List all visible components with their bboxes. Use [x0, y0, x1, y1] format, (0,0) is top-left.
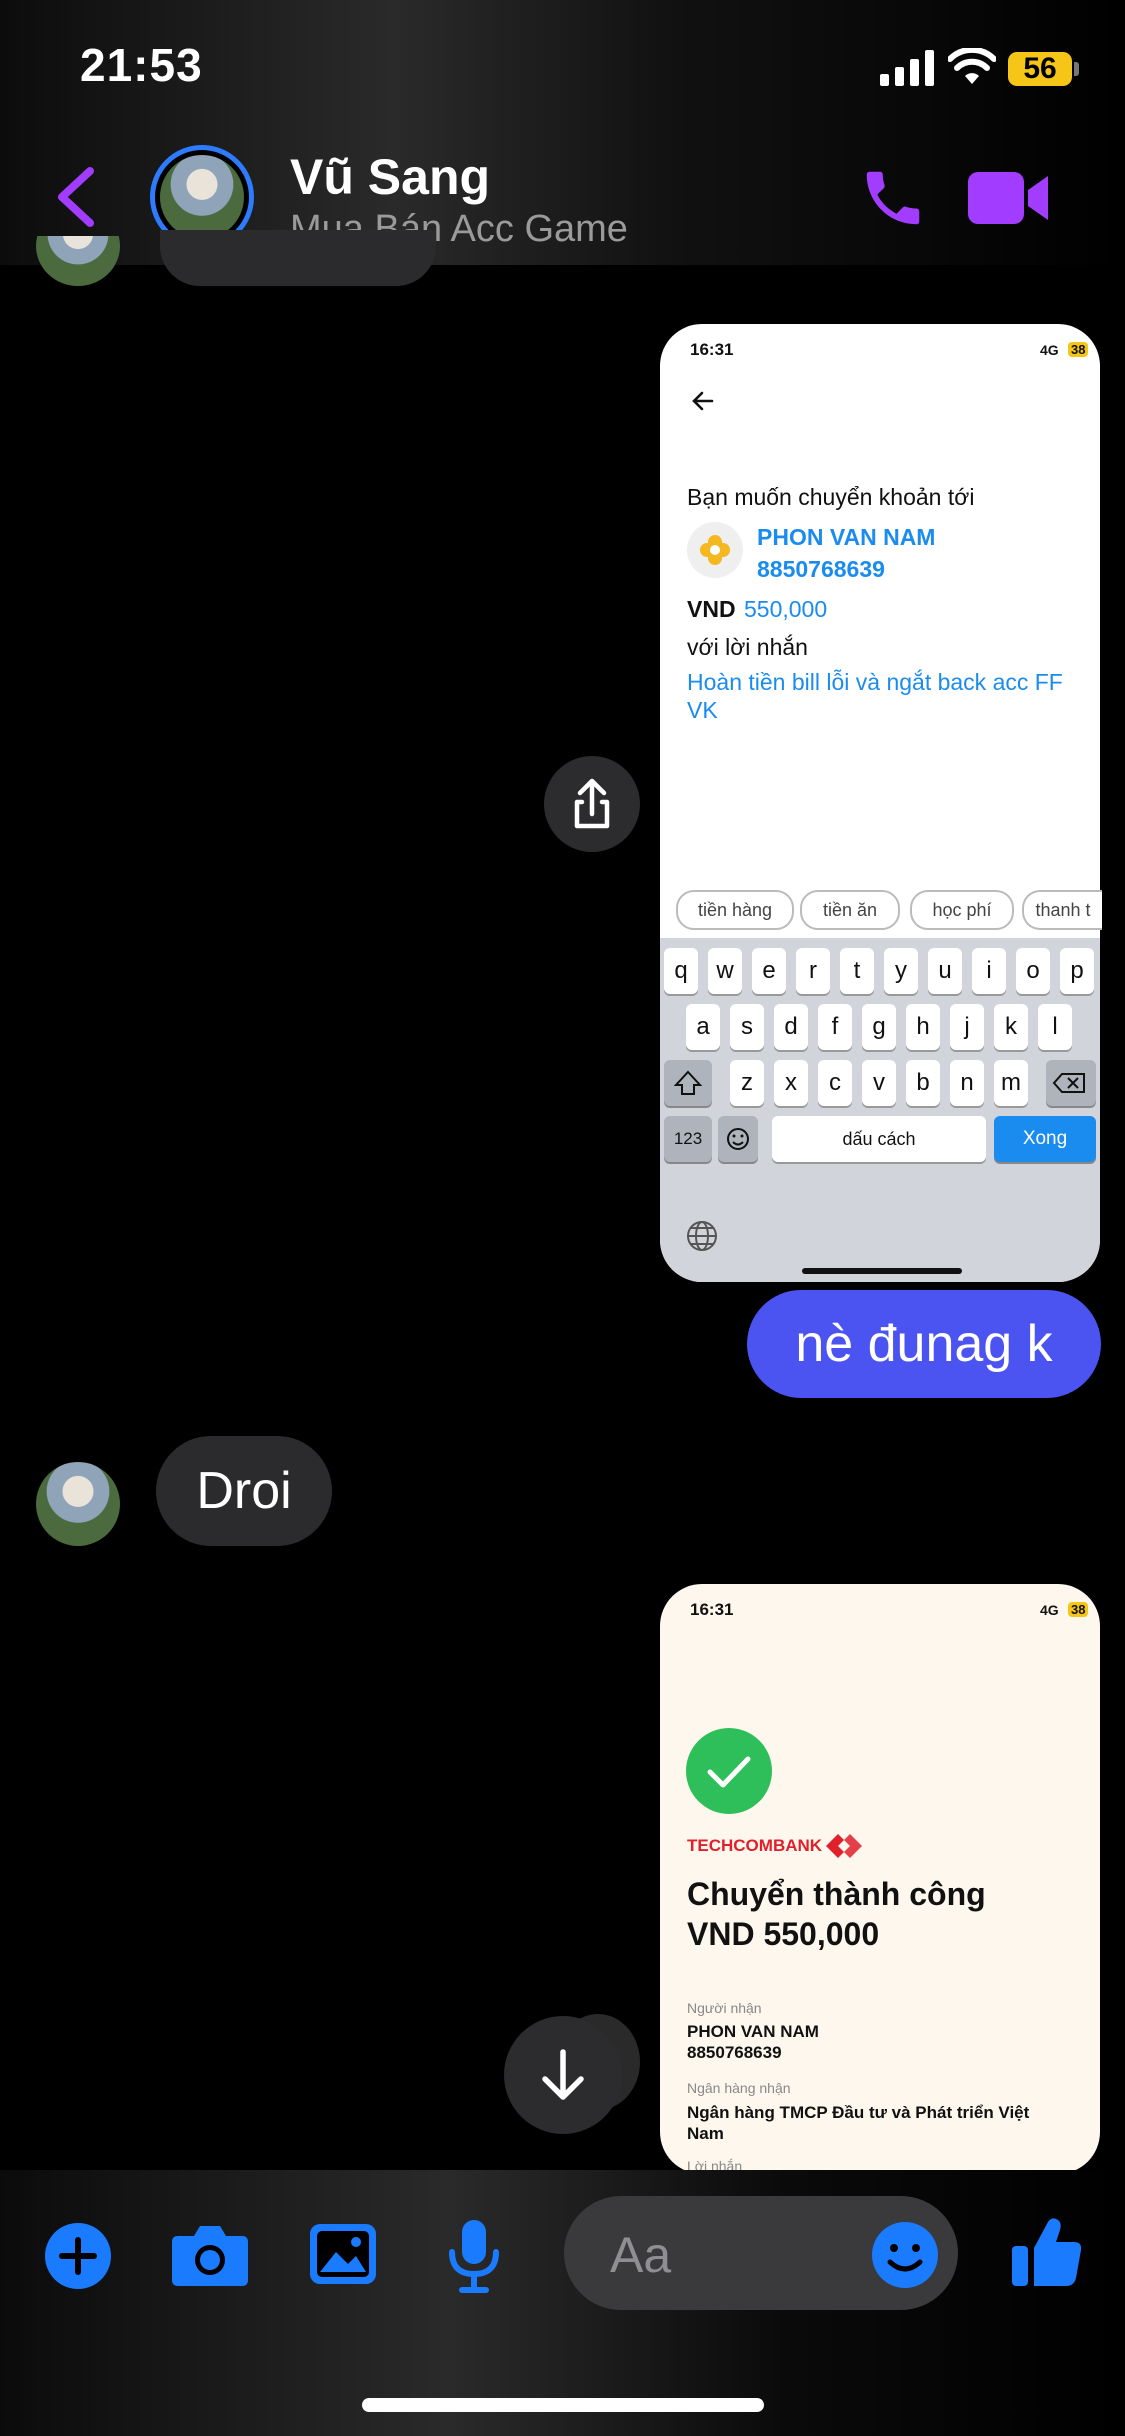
shot2-status-title: Chuyển thành công — [687, 1876, 986, 1912]
shot-key: j — [950, 1004, 984, 1050]
shot2-recipient-label: Người nhận — [687, 2000, 762, 2016]
scroll-to-bottom-button[interactable] — [504, 2016, 622, 2134]
shot-home-indicator — [802, 1268, 962, 1274]
shot-key: w — [708, 948, 742, 994]
shot-key: v — [862, 1060, 896, 1106]
techcombank-logo-icon — [826, 1834, 862, 1858]
shot-chip: thanh t — [1022, 890, 1102, 930]
shot-key: c — [818, 1060, 852, 1106]
shot-chip: tiền ăn — [800, 890, 900, 930]
battery-tip — [1074, 62, 1079, 76]
share-button[interactable] — [544, 756, 640, 852]
shot-recipient-name: PHON VAN NAM — [757, 524, 936, 550]
flower-logo-icon — [700, 535, 730, 565]
arrow-down-icon — [542, 2049, 584, 2100]
shot-bank-logo — [687, 522, 743, 578]
shot-prompt: Bạn muốn chuyển khoản tới — [687, 484, 975, 510]
shot-back-arrow-icon — [692, 391, 714, 411]
shot-message-text: Hoàn tiền bill lỗi và ngắt back acc FF V… — [687, 669, 1063, 723]
plus-icon[interactable] — [44, 2222, 112, 2290]
message-input-placeholder: Aa — [610, 2227, 672, 2283]
shot-key: s — [730, 1004, 764, 1050]
shot-key: e — [752, 948, 786, 994]
shot2-bank-full-name: Ngân hàng TMCP Đầu tư và Phát triển Việt… — [687, 2103, 1030, 2143]
shot-amount: 550,000 — [744, 596, 828, 622]
emoji-icon — [727, 1128, 749, 1150]
shot-key: f — [818, 1004, 852, 1050]
gallery-icon[interactable] — [308, 2222, 378, 2286]
status-time: 21:53 — [80, 39, 203, 91]
shot-message-label: với lời nhắn — [687, 634, 808, 660]
shot2-network: 4G — [1040, 1602, 1059, 1618]
contact-avatar-small — [36, 1462, 120, 1546]
shot-recipient-account: 8850768639 — [757, 556, 885, 582]
shared-screenshot-receipt[interactable]: 16:31 4G 38 TECHCOMBANK Chuyển thành côn… — [660, 1584, 1100, 2174]
shot-chip: học phí — [910, 890, 1014, 930]
shot-key: t — [840, 948, 874, 994]
received-message-bubble[interactable]: Droi — [156, 1436, 332, 1546]
emoji-picker-icon[interactable] — [870, 2220, 940, 2290]
shot-done-key: Xong — [994, 1116, 1096, 1162]
shot-key: k — [994, 1004, 1028, 1050]
shot-battery: 38 — [1068, 342, 1089, 357]
shot2-battery: 38 — [1068, 1602, 1089, 1617]
shot-key: u — [928, 948, 962, 994]
shot-key: r — [796, 948, 830, 994]
video-call-icon[interactable] — [968, 168, 1050, 228]
camera-icon[interactable] — [170, 2222, 250, 2288]
shot-key: y — [884, 948, 918, 994]
back-chevron-icon[interactable] — [52, 165, 96, 229]
thumbs-up-icon[interactable] — [1010, 2214, 1084, 2290]
shot2-recipient-account: 8850768639 — [687, 2043, 782, 2062]
sent-message-bubble[interactable]: nè đunag k — [747, 1290, 1101, 1398]
shot-network: 4G — [1040, 342, 1059, 358]
shot-key: h — [906, 1004, 940, 1050]
shot-space-key: dấu cách — [772, 1116, 986, 1162]
shift-icon — [673, 1070, 703, 1095]
shot-key: d — [774, 1004, 808, 1050]
signal-icon — [880, 50, 934, 86]
shot-key: x — [774, 1060, 808, 1106]
contact-name[interactable]: Vũ Sang — [290, 148, 490, 206]
shot-key: q — [664, 948, 698, 994]
home-indicator — [362, 2398, 764, 2412]
shot-key: b — [906, 1060, 940, 1106]
shot-emoji-key — [718, 1116, 758, 1162]
success-check-icon — [686, 1728, 772, 1814]
composer-bar — [0, 2170, 1125, 2436]
microphone-icon[interactable] — [444, 2218, 504, 2296]
shot-delete-key — [1046, 1060, 1096, 1106]
shot-numbers-key: 123 — [664, 1116, 712, 1162]
share-icon — [574, 778, 610, 829]
shot-status-time: 16:31 — [690, 340, 734, 359]
shot2-status-time: 16:31 — [690, 1600, 734, 1619]
shot2-bank-name: TECHCOMBANK — [687, 1836, 823, 1855]
shot-key: n — [950, 1060, 984, 1106]
wifi-icon — [948, 48, 996, 84]
battery-indicator: 56 — [1008, 52, 1072, 86]
shot2-amount: VND 550,000 — [687, 1916, 880, 1952]
shot-key: m — [994, 1060, 1028, 1106]
globe-icon — [687, 1221, 717, 1251]
shot-key: o — [1016, 948, 1050, 994]
shot-key: g — [862, 1004, 896, 1050]
shot-key: i — [972, 948, 1006, 994]
shot-chip: tiền hàng — [676, 890, 794, 930]
shot-currency: VND — [687, 596, 736, 622]
phone-call-icon[interactable] — [858, 163, 928, 233]
shot-key: p — [1060, 948, 1094, 994]
shot2-bank-label: Ngân hàng nhận — [687, 2080, 791, 2096]
shot-shift-key — [664, 1060, 712, 1106]
shot-key: a — [686, 1004, 720, 1050]
shot-keyboard: q w e r t y u i o p a s d f g h j k l z … — [660, 938, 1100, 1282]
shot-key: z — [730, 1060, 764, 1106]
clipped-received-bubble — [160, 230, 436, 286]
backspace-icon — [1052, 1073, 1085, 1093]
shot2-recipient-name: PHON VAN NAM — [687, 2022, 819, 2041]
shot-key: l — [1038, 1004, 1072, 1050]
